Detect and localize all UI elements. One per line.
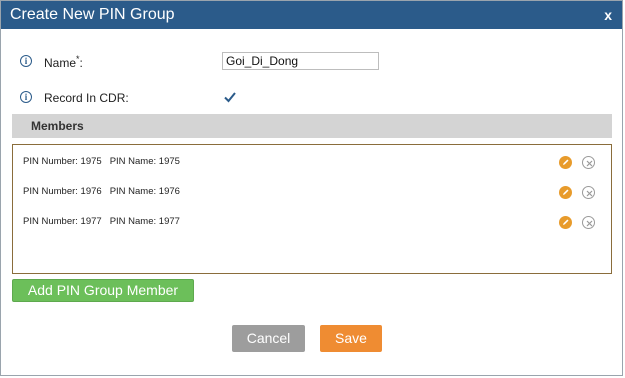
pin-name: PIN Name: 1975 (109, 156, 180, 167)
pin-name: PIN Name: 1976 (109, 186, 180, 197)
create-pin-group-dialog: Create New PIN Group x i Name*: i Record… (0, 0, 623, 376)
name-label-text: Name (44, 56, 77, 70)
list-item: PIN Number: 1977 PIN Name: 1977 (23, 216, 180, 227)
list-item: PIN Number: 1975 PIN Name: 1975 (23, 156, 180, 167)
members-list: PIN Number: 1975 PIN Name: 1975 PIN Numbe… (12, 144, 612, 274)
save-button[interactable]: Save (320, 325, 382, 352)
record-in-cdr-checkbox[interactable] (223, 90, 237, 104)
members-section-header: Members (12, 114, 612, 138)
members-section-title: Members (31, 119, 84, 133)
add-pin-group-member-button[interactable]: Add PIN Group Member (12, 279, 194, 302)
close-circle-icon (586, 190, 592, 196)
list-item: PIN Number: 1976 PIN Name: 1976 (23, 186, 180, 197)
delete-member-button[interactable] (582, 156, 595, 169)
pencil-icon (563, 159, 569, 165)
edit-member-button[interactable] (559, 216, 572, 229)
close-button[interactable]: x (604, 7, 612, 23)
info-icon[interactable]: i (20, 91, 32, 103)
dialog-title-bar: Create New PIN Group x (1, 1, 622, 29)
edit-member-button[interactable] (559, 156, 572, 169)
name-label-colon: : (79, 56, 83, 70)
name-input[interactable] (222, 52, 379, 70)
pencil-icon (563, 189, 569, 195)
pencil-icon (563, 219, 569, 225)
pin-name: PIN Name: 1977 (109, 216, 180, 227)
info-icon[interactable]: i (20, 55, 32, 67)
pin-number: PIN Number: 1975 (23, 156, 102, 167)
edit-member-button[interactable] (559, 186, 572, 199)
checkmark-icon (224, 92, 236, 103)
close-circle-icon (586, 220, 592, 226)
name-label: Name*: (44, 54, 83, 70)
record-in-cdr-label: Record In CDR: (44, 91, 129, 105)
delete-member-button[interactable] (582, 186, 595, 199)
cancel-button[interactable]: Cancel (232, 325, 305, 352)
close-circle-icon (586, 160, 592, 166)
dialog-title: Create New PIN Group (10, 6, 175, 23)
pin-number: PIN Number: 1977 (23, 216, 102, 227)
pin-number: PIN Number: 1976 (23, 186, 102, 197)
delete-member-button[interactable] (582, 216, 595, 229)
